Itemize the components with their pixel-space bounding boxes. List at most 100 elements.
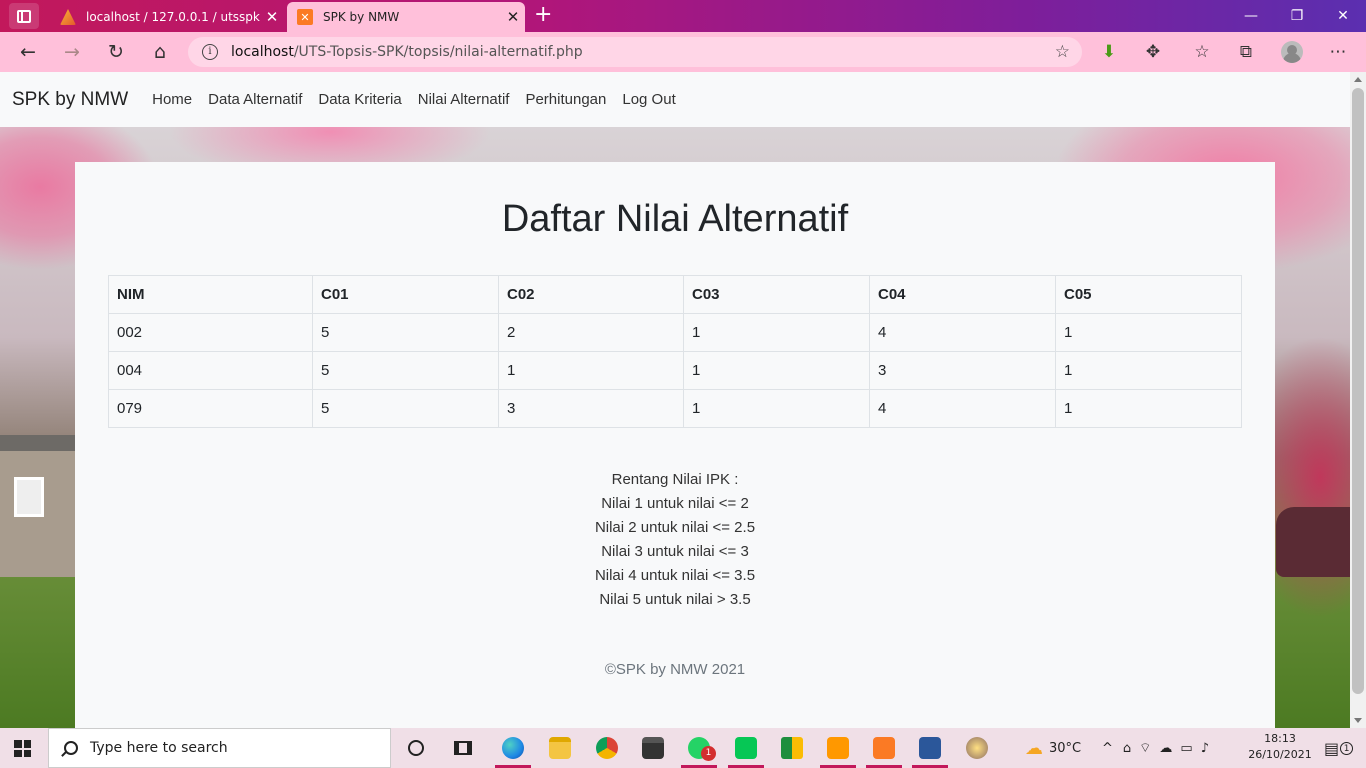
- taskbar-clock[interactable]: 18:13 26/10/2021: [1242, 731, 1318, 763]
- nav-link-logout[interactable]: Log Out: [622, 91, 675, 108]
- home-icon[interactable]: ⌂: [142, 32, 178, 72]
- cell-c05: 1: [1055, 389, 1242, 428]
- weather-widget[interactable]: ☁ 30°C: [1025, 728, 1081, 768]
- back-icon[interactable]: ←: [10, 32, 46, 72]
- windows-taskbar: Type here to search 1 ☁ 30°C ^ ⌂ ⌔ ☁ ▭ ♪…: [0, 728, 1366, 768]
- store-icon[interactable]: [631, 728, 675, 768]
- whatsapp-icon[interactable]: 1: [677, 728, 721, 768]
- ipk-range-info: Rentang Nilai IPK : Nilai 1 untuk nilai …: [75, 468, 1275, 612]
- line-icon[interactable]: [724, 728, 768, 768]
- cell-c01: 5: [312, 389, 499, 428]
- table-row: 002 5 2 1 4 1: [108, 313, 1242, 352]
- meet-icon[interactable]: [770, 728, 814, 768]
- download-extension-icon[interactable]: ⬇: [1091, 32, 1127, 72]
- cell-nim: 004: [108, 351, 313, 390]
- nav-link-perhitungan[interactable]: Perhitungan: [525, 91, 606, 108]
- favorites-icon[interactable]: ☆: [1184, 32, 1220, 72]
- show-hidden-icons-icon[interactable]: ^: [1102, 741, 1113, 756]
- navbar-brand[interactable]: SPK by NMW: [12, 89, 128, 111]
- cell-c04: 4: [869, 389, 1056, 428]
- url-host: localhost: [231, 44, 294, 60]
- column-header-c05: C05: [1055, 275, 1242, 314]
- action-center-icon[interactable]: ▤ 1: [1324, 728, 1354, 768]
- close-window-icon[interactable]: ✕: [1320, 0, 1366, 32]
- close-tab-icon[interactable]: ✕: [260, 8, 284, 26]
- usb-icon[interactable]: ⌂: [1123, 741, 1131, 756]
- restore-icon[interactable]: ❐: [1274, 0, 1320, 32]
- cell-c03: 1: [683, 389, 870, 428]
- browser-tab-phpmyadmin[interactable]: localhost / 127.0.0.1 / utsspktopsis ✕: [50, 2, 284, 32]
- info-line: Nilai 5 untuk nilai > 3.5: [599, 591, 751, 608]
- tray-icons: ^ ⌂ ⌔ ☁ ▭ ♪: [1102, 728, 1209, 768]
- tab-actions-icon: [17, 9, 31, 23]
- site-navbar: SPK by NMW Home Data Alternatif Data Kri…: [0, 72, 1350, 127]
- cell-nim: 002: [108, 313, 313, 352]
- tab-title: SPK by NMW: [323, 10, 400, 24]
- clock-date: 26/10/2021: [1248, 748, 1312, 761]
- onedrive-icon[interactable]: ☁: [1159, 741, 1172, 756]
- nilai-alternatif-table: NIM C01 C02 C03 C04 C05 002 5 2 1 4 1 00…: [108, 275, 1242, 428]
- add-favorite-icon[interactable]: ☆: [1055, 42, 1070, 62]
- cell-c05: 1: [1055, 313, 1242, 352]
- forward-icon[interactable]: →: [54, 32, 90, 72]
- cell-c02: 2: [498, 313, 684, 352]
- cell-c04: 4: [869, 313, 1056, 352]
- avatar: [1281, 41, 1303, 63]
- nav-link-data-kriteria[interactable]: Data Kriteria: [318, 91, 401, 108]
- sublime-text-icon[interactable]: [816, 728, 860, 768]
- address-bar[interactable]: i localhost/UTS-Topsis-SPK/topsis/nilai-…: [188, 37, 1082, 67]
- browser-tab-spk[interactable]: ✕ SPK by NMW ✕: [287, 2, 525, 32]
- page-viewport: SPK by NMW Home Data Alternatif Data Kri…: [0, 72, 1350, 728]
- nav-link-home[interactable]: Home: [152, 91, 192, 108]
- extensions-icon[interactable]: ✥: [1135, 32, 1171, 72]
- minimize-icon[interactable]: —: [1228, 0, 1274, 32]
- wifi-icon[interactable]: ⌔: [1139, 740, 1151, 756]
- taskbar-search-input[interactable]: Type here to search: [48, 728, 391, 768]
- file-explorer-icon[interactable]: [538, 728, 582, 768]
- cell-c01: 5: [312, 313, 499, 352]
- notification-count: 1: [1340, 741, 1354, 755]
- cell-c02: 1: [498, 351, 684, 390]
- paint-icon[interactable]: [955, 728, 999, 768]
- task-view-icon[interactable]: [441, 728, 485, 768]
- info-line: Nilai 2 untuk nilai <= 2.5: [594, 519, 756, 536]
- search-icon: [64, 741, 78, 755]
- cortana-icon[interactable]: [394, 728, 438, 768]
- close-tab-icon[interactable]: ✕: [501, 8, 525, 26]
- profile-avatar[interactable]: [1274, 32, 1310, 72]
- column-header-c04: C04: [869, 275, 1056, 314]
- windows-start-icon[interactable]: [14, 740, 31, 757]
- volume-icon[interactable]: ♪: [1201, 741, 1209, 756]
- site-info-icon[interactable]: i: [202, 44, 218, 60]
- clock-time: 18:13: [1264, 732, 1296, 745]
- more-menu-icon[interactable]: ⋯: [1320, 32, 1356, 72]
- scrollbar-thumb[interactable]: [1352, 88, 1364, 694]
- page-scrollbar[interactable]: [1350, 72, 1366, 728]
- phpmyadmin-icon: [60, 9, 76, 25]
- battery-icon[interactable]: ▭: [1180, 741, 1192, 756]
- url-path: /UTS-Topsis-SPK/topsis/nilai-alternatif.…: [293, 44, 583, 60]
- weather-temperature: 30°C: [1049, 740, 1082, 756]
- scroll-down-icon[interactable]: [1354, 718, 1362, 723]
- cell-c02: 3: [498, 389, 684, 428]
- xampp-taskbar-icon[interactable]: [862, 728, 906, 768]
- table-header-row: NIM C01 C02 C03 C04 C05: [108, 275, 1242, 314]
- column-header-c01: C01: [312, 275, 499, 314]
- tab-actions-button[interactable]: [9, 3, 39, 29]
- scroll-up-icon[interactable]: [1354, 77, 1362, 82]
- refresh-icon[interactable]: ↻: [98, 32, 134, 72]
- chrome-icon[interactable]: [585, 728, 629, 768]
- new-tab-icon[interactable]: +: [534, 4, 552, 26]
- cell-c05: 1: [1055, 351, 1242, 390]
- nav-link-data-alternatif[interactable]: Data Alternatif: [208, 91, 302, 108]
- info-line: Nilai 1 untuk nilai <= 2: [601, 495, 749, 512]
- cell-nim: 079: [108, 389, 313, 428]
- nav-link-nilai-alternatif[interactable]: Nilai Alternatif: [418, 91, 510, 108]
- collections-icon[interactable]: ⧉: [1228, 32, 1264, 72]
- cell-c04: 3: [869, 351, 1056, 390]
- edge-icon[interactable]: [491, 728, 535, 768]
- word-icon[interactable]: [908, 728, 952, 768]
- tab-title: localhost / 127.0.0.1 / utsspktopsis: [86, 10, 260, 24]
- table-row: 079 5 3 1 4 1: [108, 389, 1242, 428]
- cell-c01: 5: [312, 351, 499, 390]
